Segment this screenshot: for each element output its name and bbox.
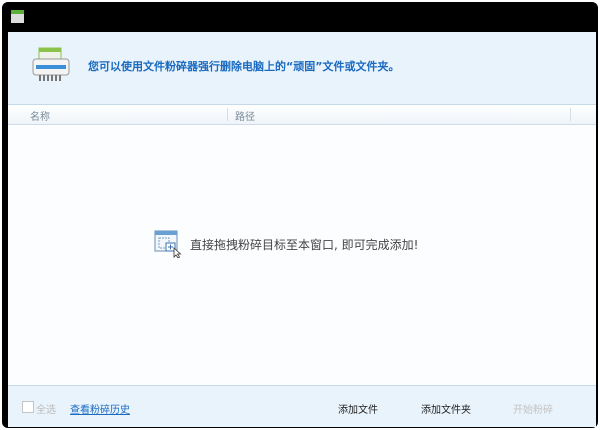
window-content: 您可以使用文件粉碎器强行删除电脑上的“顽固”文件或文件夹。 名称 路径 直接拖拽… [8, 32, 596, 427]
column-name[interactable]: 名称 [30, 108, 50, 123]
list-header: 名称 路径 [8, 105, 596, 125]
footer-toolbar: 全选 查看粉碎历史 添加文件 添加文件夹 开始粉碎 [8, 385, 596, 427]
window: 您可以使用文件粉碎器强行删除电脑上的“顽固”文件或文件夹。 名称 路径 直接拖拽… [2, 2, 598, 428]
shredder-icon [32, 47, 70, 81]
add-file-button[interactable]: 添加文件 [338, 401, 378, 416]
column-divider[interactable] [570, 108, 571, 121]
drag-drop-icon [154, 230, 182, 258]
column-path[interactable]: 路径 [235, 108, 255, 123]
column-divider[interactable] [227, 108, 228, 121]
start-shred-button[interactable]: 开始粉碎 [513, 401, 553, 416]
header-banner: 您可以使用文件粉碎器强行删除电脑上的“顽固”文件或文件夹。 [8, 32, 596, 105]
drop-zone-hint: 直接拖拽粉碎目标至本窗口, 即可完成添加! [154, 230, 418, 258]
app-icon [11, 10, 24, 23]
select-all-checkbox[interactable] [22, 401, 34, 413]
add-folder-button[interactable]: 添加文件夹 [421, 401, 471, 416]
shred-history-link[interactable]: 查看粉碎历史 [70, 401, 130, 416]
select-all-label[interactable]: 全选 [36, 401, 56, 416]
header-message: 您可以使用文件粉碎器强行删除电脑上的“顽固”文件或文件夹。 [88, 60, 400, 73]
drop-hint-text: 直接拖拽粉碎目标至本窗口, 即可完成添加! [190, 237, 419, 252]
